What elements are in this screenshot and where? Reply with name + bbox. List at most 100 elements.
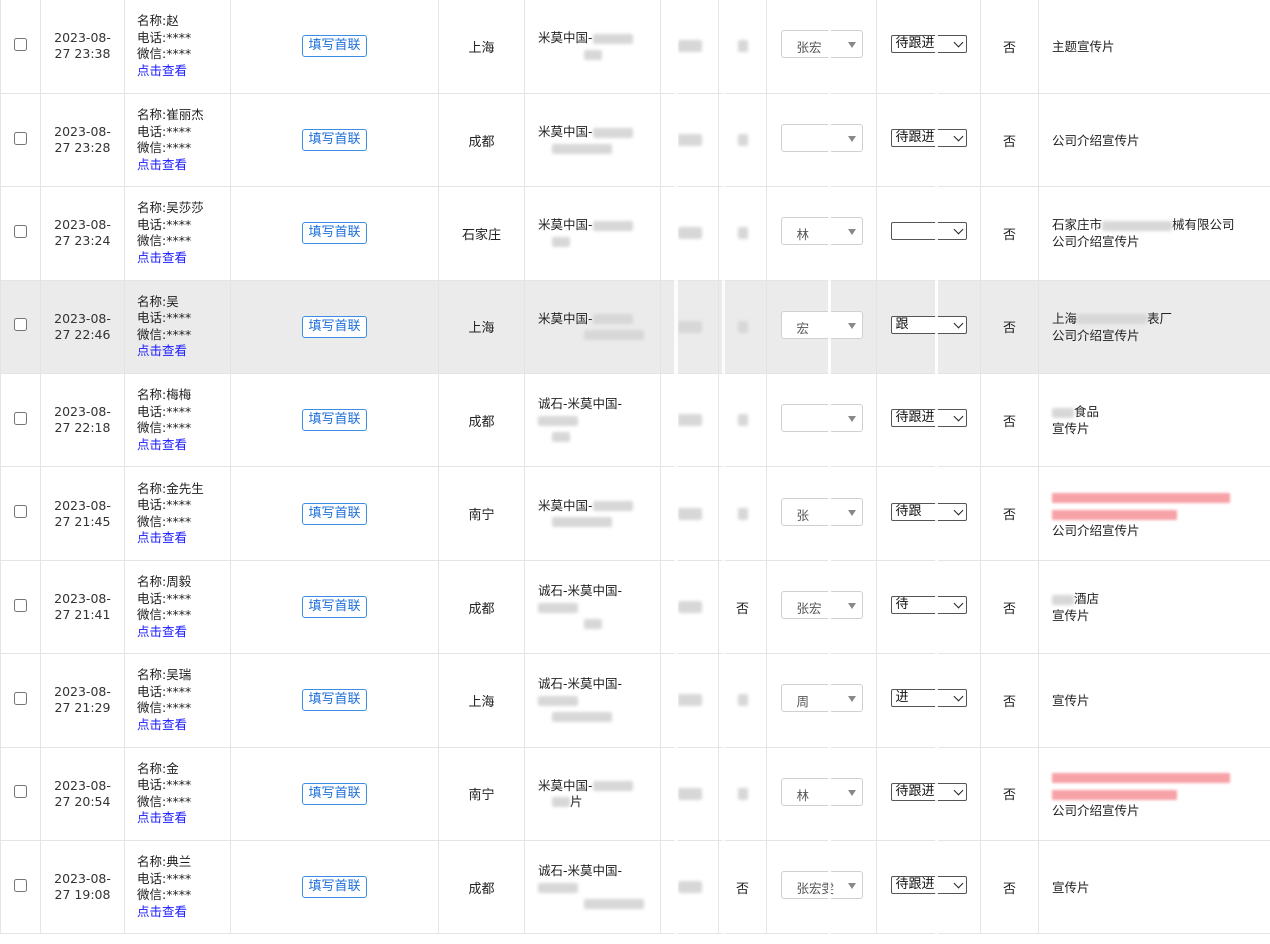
status-cell: 待跟进 [876, 747, 981, 842]
row-checkbox[interactable] [14, 691, 27, 705]
phone-line: 电话:**** [137, 870, 192, 886]
row-checkbox[interactable] [14, 785, 27, 799]
agent-select[interactable]: 宏 [780, 310, 863, 339]
status-select[interactable]: 待跟进 [890, 129, 967, 148]
status-select[interactable] [890, 222, 967, 241]
status-select[interactable]: 待 [890, 596, 967, 615]
time-cell: 2023-08- 27 20:54 [40, 747, 125, 842]
status-value: 跟 [895, 316, 909, 332]
fill-first-contact-button[interactable]: 填写首联 [302, 129, 367, 152]
fill-first-contact-button[interactable]: 填写首联 [302, 315, 367, 338]
agent-select[interactable] [780, 404, 863, 433]
status-select[interactable]: 待跟进 [890, 35, 967, 54]
date-text: 2023-08- [54, 591, 111, 607]
row-checkbox[interactable] [14, 131, 27, 145]
flag-cell: 否 [980, 373, 1039, 468]
date-text: 2023-08- [54, 684, 111, 700]
view-contact-link[interactable]: 点击查看 [137, 63, 230, 80]
row-checkbox[interactable] [14, 598, 27, 612]
time-cell: 2023-08- 27 19:08 [40, 840, 125, 935]
view-contact-link[interactable]: 点击查看 [137, 437, 230, 454]
action-cell: 填写首联 [230, 186, 439, 281]
chevron-down-icon [953, 131, 963, 142]
view-contact-link[interactable]: 点击查看 [137, 904, 230, 921]
name-line: 名称:典兰 [137, 854, 192, 870]
fill-first-contact-button[interactable]: 填写首联 [302, 502, 367, 525]
agent-select[interactable]: 张宏 [780, 30, 863, 59]
customer-name: 周毅 [166, 574, 192, 590]
agent-select[interactable]: 林 [780, 777, 863, 806]
product-text: 诚石-米莫中国- [538, 863, 623, 879]
redacted-text [552, 711, 612, 722]
fill-first-contact-button[interactable]: 填写首联 [302, 782, 367, 805]
agent-select[interactable]: 林 [780, 217, 863, 246]
fill-first-contact-button[interactable]: 填写首联 [302, 689, 367, 712]
product-text: 米莫中国- [538, 217, 593, 233]
row-checkbox[interactable] [14, 318, 27, 332]
status-cell: 待 [876, 560, 981, 655]
agent-select[interactable] [780, 124, 863, 153]
flag2-cell [718, 280, 767, 375]
agent-value: 宏 [796, 320, 810, 336]
flag2-text: 否 [735, 881, 749, 897]
view-contact-link[interactable]: 点击查看 [137, 250, 230, 267]
product-text: 诚石-米莫中国- [538, 583, 623, 599]
customer-name: 典兰 [166, 854, 192, 870]
chevron-down-icon [953, 505, 963, 516]
agent-select[interactable]: 张宏雯 [780, 871, 863, 900]
wechat-line: 微信:**** [137, 513, 192, 529]
agent-select[interactable]: 张宏 [780, 591, 863, 620]
name-line: 名称:周毅 [137, 574, 192, 590]
flag-cell: 否 [980, 186, 1039, 281]
name-line: 名称:吴莎莎 [137, 200, 204, 216]
product-text: 诚石-米莫中国- [538, 676, 623, 692]
agent-cell: 宏 [766, 280, 877, 375]
wechat-value: **** [166, 420, 192, 436]
view-contact-link[interactable]: 点击查看 [137, 624, 230, 641]
row-select-cell [0, 0, 41, 94]
view-contact-link[interactable]: 点击查看 [137, 157, 230, 174]
row-checkbox[interactable] [14, 224, 27, 238]
caret-down-icon [847, 229, 856, 236]
fill-first-contact-button[interactable]: 填写首联 [302, 35, 367, 58]
contact-cell: 名称:周毅 电话:**** 微信:**** 点击查看 [124, 560, 231, 655]
remark-cell: 主题宣传片 [1038, 0, 1270, 94]
redacted-text [552, 431, 570, 442]
fill-first-contact-button[interactable]: 填写首联 [302, 409, 367, 432]
status-select[interactable]: 待跟进 [890, 409, 967, 428]
city-cell: 南宁 [438, 747, 525, 842]
status-select[interactable]: 待跟 [890, 502, 967, 521]
wechat-line: 微信:**** [137, 793, 192, 809]
fill-first-contact-button[interactable]: 填写首联 [302, 222, 367, 245]
customer-name: 吴莎莎 [166, 200, 204, 216]
status-select[interactable]: 跟 [890, 315, 967, 334]
view-contact-link[interactable]: 点击查看 [137, 530, 230, 547]
phone-line: 电话:**** [137, 310, 192, 326]
redacted-text [737, 694, 748, 707]
wechat-value: **** [166, 887, 192, 903]
remark-cell: 石家庄市 械有限公司 公司介绍宣传片 [1038, 186, 1270, 281]
row-checkbox[interactable] [14, 37, 27, 51]
time-text: 27 21:41 [54, 607, 111, 623]
agent-select[interactable]: 张 [780, 497, 863, 526]
row-checkbox[interactable] [14, 878, 27, 892]
status-select[interactable]: 待跟进 [890, 782, 967, 801]
fill-first-contact-button[interactable]: 填写首联 [302, 596, 367, 619]
status-cell: 待跟进 [876, 840, 981, 935]
wechat-value: **** [166, 700, 192, 716]
status-select[interactable]: 进 [890, 689, 967, 708]
row-checkbox[interactable] [14, 505, 27, 519]
view-contact-link[interactable]: 点击查看 [137, 343, 230, 360]
agent-select[interactable]: 周 [780, 684, 863, 713]
status-select[interactable]: 待跟进 [890, 876, 967, 895]
customer-name: 金 [166, 760, 179, 776]
remark-cell: 公司介绍宣传片 [1038, 747, 1270, 842]
status-value: 待 [895, 597, 909, 613]
fill-first-contact-button[interactable]: 填写首联 [302, 876, 367, 899]
row-checkbox[interactable] [14, 411, 27, 425]
view-contact-link[interactable]: 点击查看 [137, 810, 230, 827]
row-select-cell [0, 373, 41, 468]
caret-down-icon [847, 416, 856, 423]
redacted-text [584, 618, 602, 629]
view-contact-link[interactable]: 点击查看 [137, 717, 230, 734]
